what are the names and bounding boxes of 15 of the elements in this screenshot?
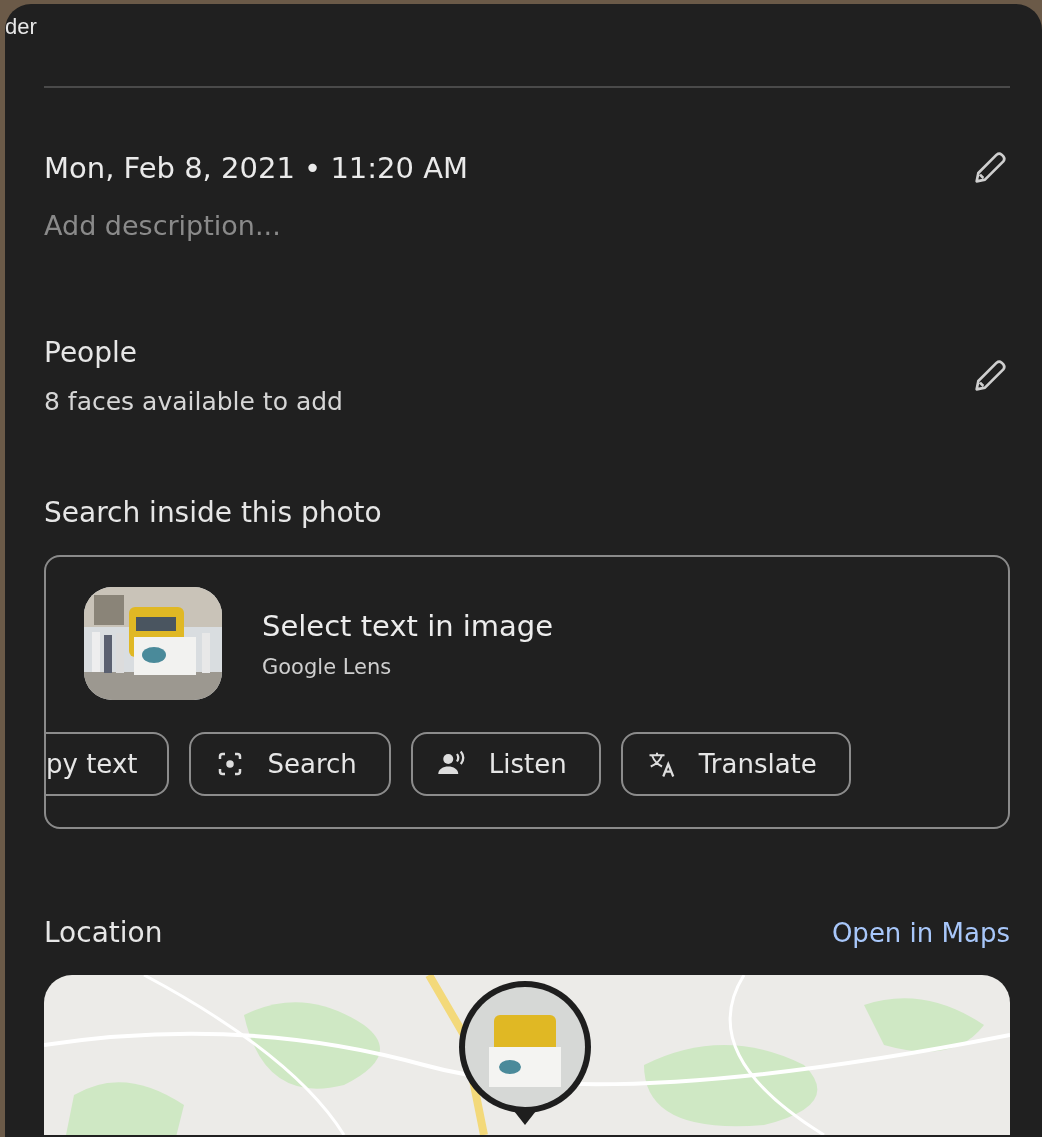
lens-subtitle: Google Lens [262,654,393,679]
section-title: Location [44,916,163,949]
action-chip[interactable]: Listen [410,732,601,796]
faces-count-text: 8 faces available to add [44,387,343,416]
date-time: Mon, Feb 8, 2021 • 11:20 AM [44,151,469,185]
lens-item[interactable]: Select text in image Google Lens [46,557,1008,700]
action-chip[interactable]: py text [46,732,170,796]
action-chip[interactable]: Search [189,732,391,796]
description-field[interactable]: Add description... [44,210,544,241]
action-chip[interactable]: Translate [620,732,851,796]
open-in-maps-link[interactable]: Open in Maps [831,917,1010,948]
section-title: People [44,336,139,369]
lens-title: Select text in image [262,608,554,643]
header-text: der [5,14,37,40]
section-title: Search inside this photo [44,496,383,529]
